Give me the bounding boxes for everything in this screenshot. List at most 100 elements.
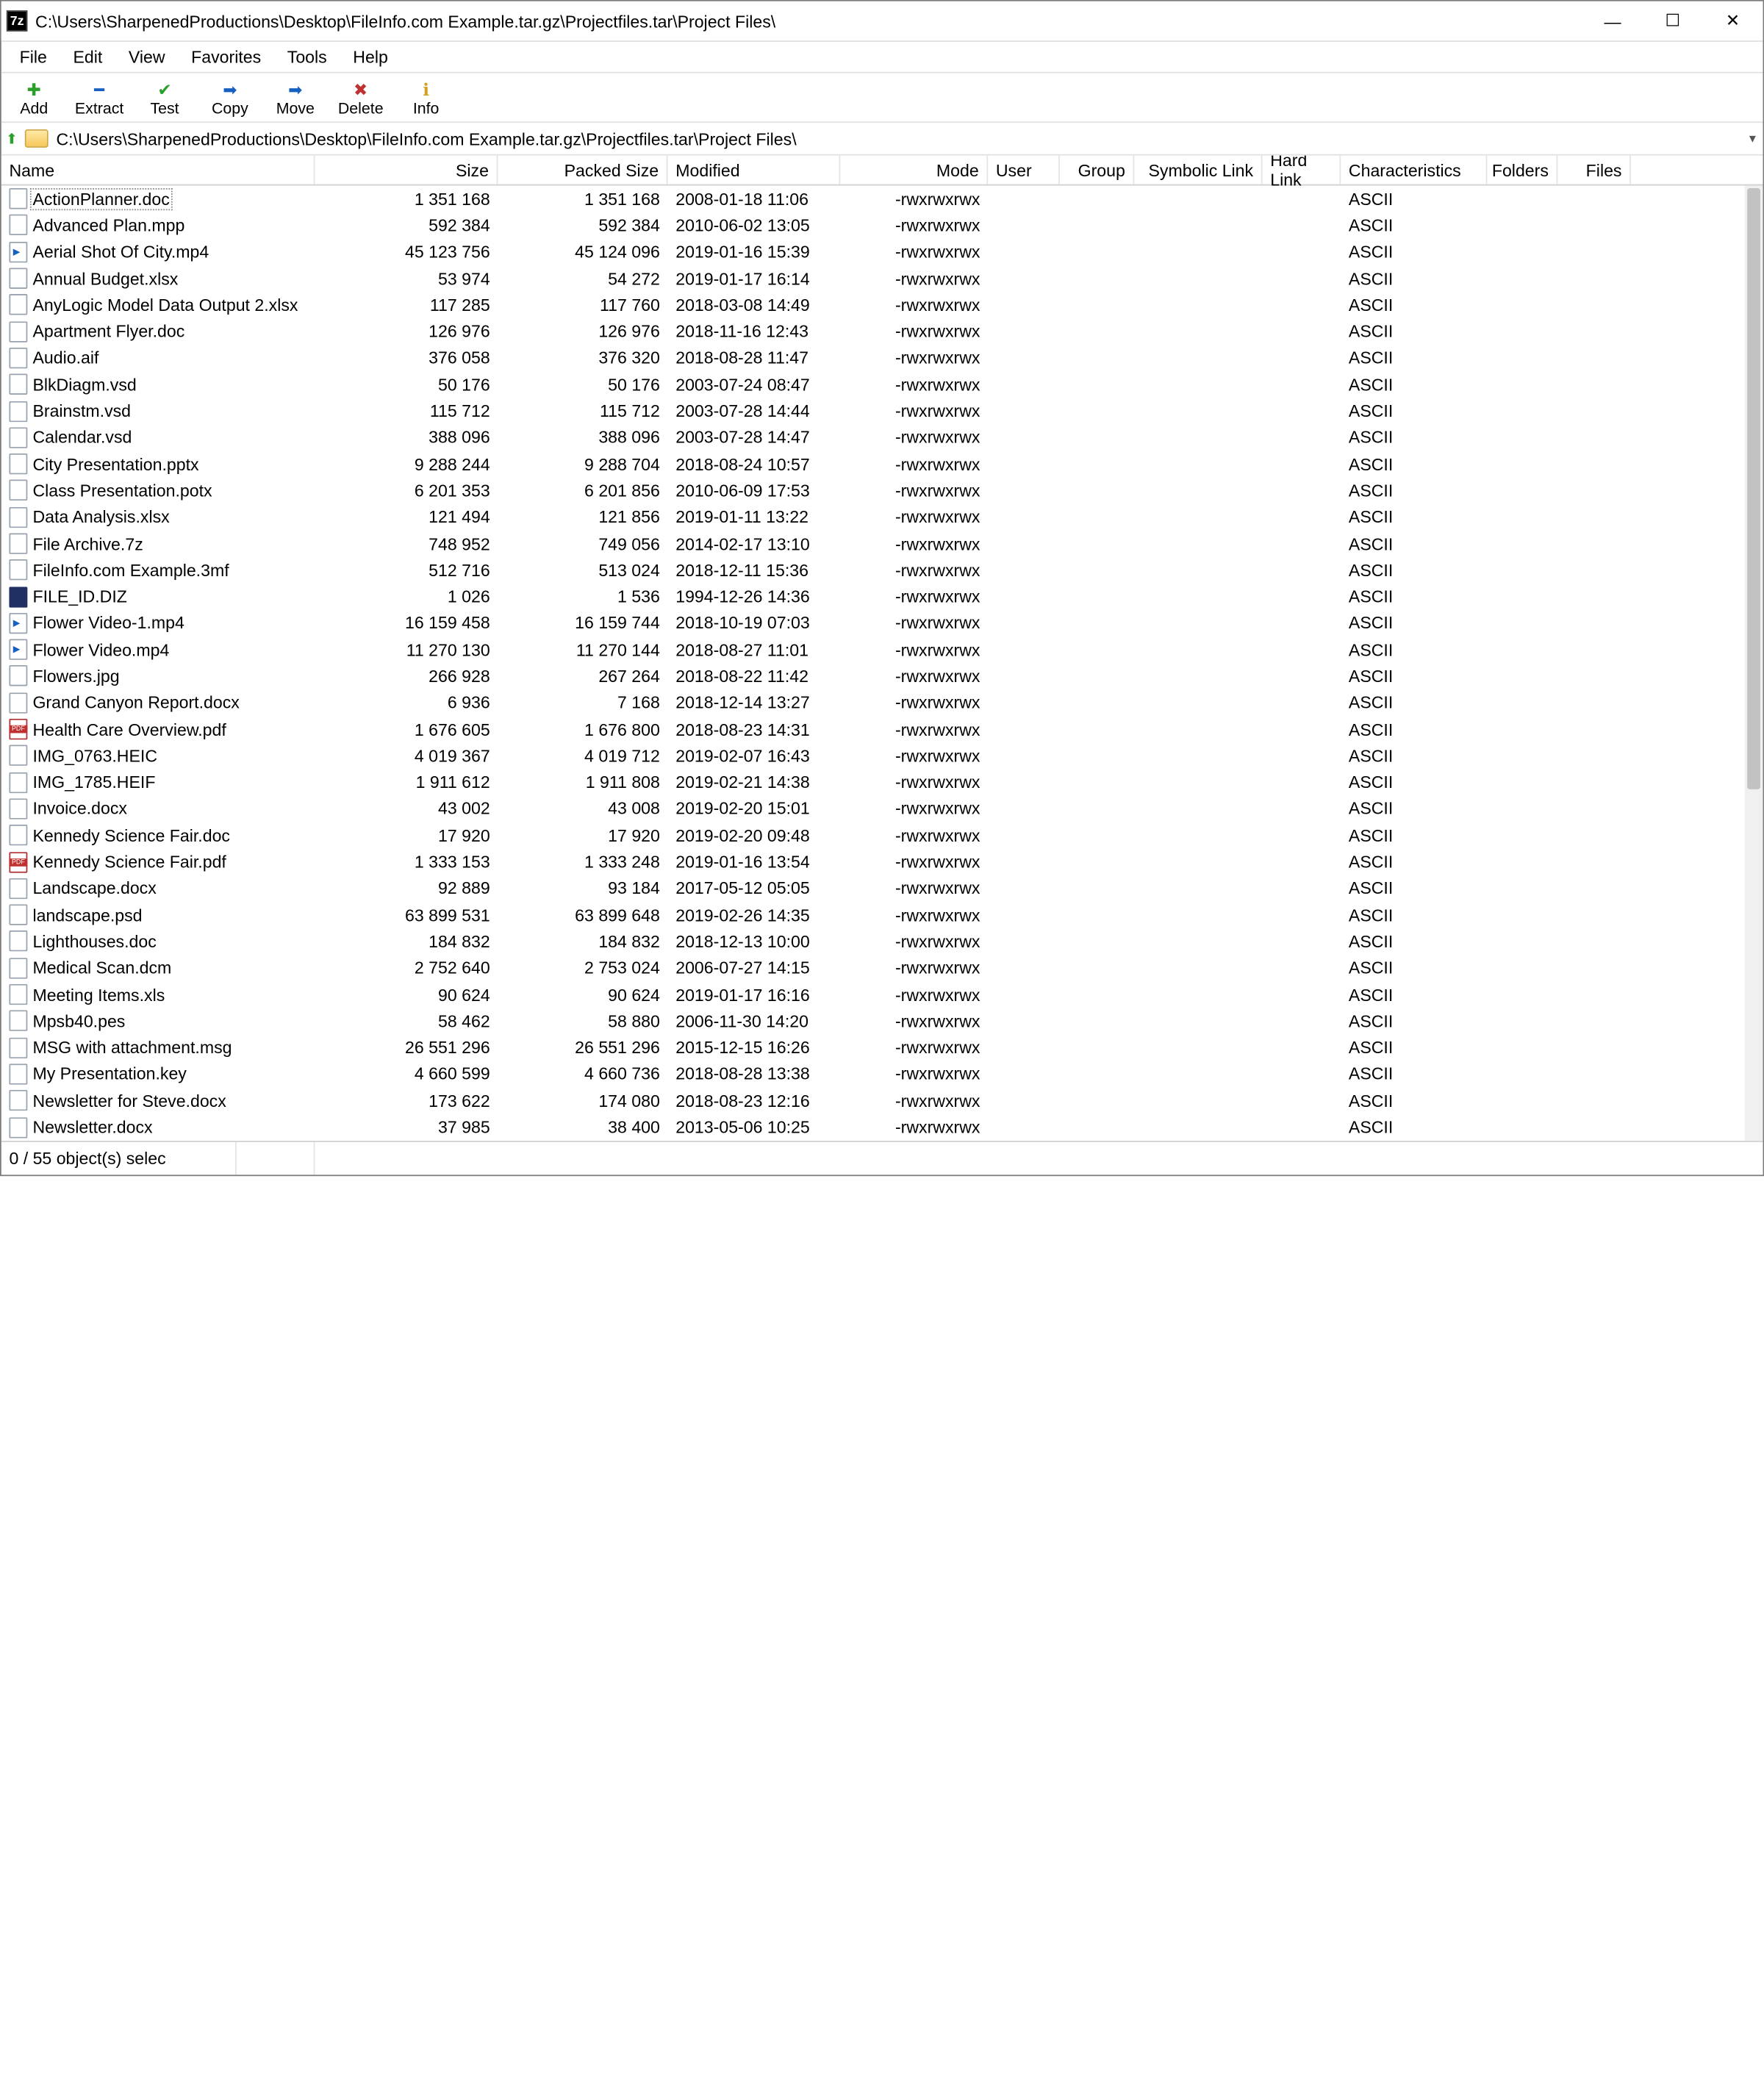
menu-view[interactable]: View [115, 44, 178, 69]
table-row[interactable]: landscape.psd63 899 53163 899 6482019-02… [1, 902, 1747, 928]
table-row[interactable]: Kennedy Science Fair.pdf1 333 1531 333 2… [1, 849, 1747, 875]
cell-mode: -rwxrwxrwx [840, 560, 988, 580]
cell-modified: 2018-12-11 15:36 [668, 560, 841, 580]
table-row[interactable]: Data Analysis.xlsx121 494121 8562019-01-… [1, 504, 1747, 531]
table-row[interactable]: Audio.aif376 058376 3202018-08-28 11:47-… [1, 345, 1747, 371]
table-row[interactable]: Aerial Shot Of City.mp445 123 75645 124 … [1, 239, 1747, 265]
cell-packed: 117 760 [498, 295, 667, 315]
cell-name: Flower Video-1.mp4 [1, 613, 315, 634]
close-button[interactable]: ✕ [1703, 1, 1763, 40]
cell-size: 50 176 [315, 375, 498, 395]
toolbar-test-button[interactable]: ✔Test [132, 73, 198, 122]
table-row[interactable]: Invoice.docx43 00243 0082019-02-20 15:01… [1, 795, 1747, 822]
table-row[interactable]: BlkDiagm.vsd50 17650 1762003-07-24 08:47… [1, 371, 1747, 398]
column-header-folders[interactable]: Folders [1487, 156, 1557, 184]
table-row[interactable]: Annual Budget.xlsx53 97454 2722019-01-17… [1, 265, 1747, 292]
table-row[interactable]: Calendar.vsd388 096388 0962003-07-28 14:… [1, 424, 1747, 451]
table-row[interactable]: Kennedy Science Fair.doc17 92017 9202019… [1, 822, 1747, 849]
table-row[interactable]: Meeting Items.xls90 62490 6242019-01-17 … [1, 981, 1747, 1008]
cell-char: ASCII [1341, 1091, 1487, 1111]
toolbar: ✚Add━Extract✔Test➡Copy➡Move✖DeleteℹInfo [1, 72, 1763, 122]
column-header-size[interactable]: Size [315, 156, 498, 184]
cell-size: 748 952 [315, 534, 498, 553]
column-header-hardlink[interactable]: Hard Link [1263, 156, 1341, 184]
table-row[interactable]: Apartment Flyer.doc126 976126 9762018-11… [1, 318, 1747, 345]
maximize-button[interactable]: ☐ [1643, 1, 1703, 40]
menu-favorites[interactable]: Favorites [178, 44, 274, 69]
table-row[interactable]: Lighthouses.doc184 832184 8322018-12-13 … [1, 928, 1747, 955]
cell-modified: 2018-08-23 12:16 [668, 1091, 841, 1111]
table-row[interactable]: ActionPlanner.doc1 351 1681 351 1682008-… [1, 185, 1747, 212]
toolbar-label: Extract [75, 98, 123, 117]
cell-packed: 1 676 800 [498, 720, 667, 739]
menu-file[interactable]: File [7, 44, 60, 69]
table-row[interactable]: Landscape.docx92 88993 1842017-05-12 05:… [1, 875, 1747, 902]
table-row[interactable]: AnyLogic Model Data Output 2.xlsx117 285… [1, 292, 1747, 318]
cell-name: My Presentation.key [1, 1064, 315, 1084]
cell-mode: -rwxrwxrwx [840, 428, 988, 448]
column-header-modified[interactable]: Modified [668, 156, 841, 184]
file-list: NameSizePacked SizeModifiedModeUserGroup… [1, 156, 1763, 1141]
table-row[interactable]: City Presentation.pptx9 288 2449 288 704… [1, 451, 1747, 477]
cell-modified: 2006-11-30 14:20 [668, 1011, 841, 1031]
column-header-packed[interactable]: Packed Size [498, 156, 667, 184]
table-row[interactable]: Health Care Overview.pdf1 676 6051 676 8… [1, 716, 1747, 742]
minimize-button[interactable]: — [1582, 1, 1643, 40]
up-icon[interactable]: ⬆ [1, 130, 22, 147]
vertical-scrollbar[interactable] [1745, 185, 1763, 1141]
column-header-user[interactable]: User [988, 156, 1060, 184]
file-name: Audio.aif [32, 348, 98, 368]
menu-tools[interactable]: Tools [274, 44, 340, 69]
column-header-mode[interactable]: Mode [840, 156, 988, 184]
file-name: Annual Budget.xlsx [32, 268, 178, 288]
cell-char: ASCII [1341, 1064, 1487, 1084]
statusbar: 0 / 55 object(s) selec [1, 1141, 1763, 1174]
file-icon [9, 772, 27, 792]
cell-size: 173 622 [315, 1091, 498, 1111]
path-input[interactable] [49, 129, 1742, 148]
cell-packed: 1 536 [498, 587, 667, 606]
toolbar-info-button[interactable]: ℹInfo [393, 73, 459, 122]
titlebar[interactable]: 7z C:\Users\SharpenedProductions\Desktop… [1, 1, 1763, 40]
table-row[interactable]: Newsletter.docx37 98538 4002013-05-06 10… [1, 1114, 1747, 1141]
table-row[interactable]: Flower Video-1.mp416 159 45816 159 74420… [1, 610, 1747, 636]
table-row[interactable]: File Archive.7z748 952749 0562014-02-17 … [1, 531, 1747, 557]
table-row[interactable]: Mpsb40.pes58 46258 8802006-11-30 14:20-r… [1, 1008, 1747, 1034]
table-row[interactable]: Advanced Plan.mpp592 384592 3842010-06-0… [1, 212, 1747, 239]
column-header-char[interactable]: Characteristics [1341, 156, 1487, 184]
cell-mode: -rwxrwxrwx [840, 507, 988, 527]
path-dropdown-icon[interactable]: ▾ [1742, 132, 1763, 146]
table-row[interactable]: Brainstm.vsd115 712115 7122003-07-28 14:… [1, 398, 1747, 424]
file-name: Class Presentation.potx [32, 481, 212, 501]
column-header-symlink[interactable]: Symbolic Link [1134, 156, 1262, 184]
table-row[interactable]: FileInfo.com Example.3mf512 716513 02420… [1, 557, 1747, 584]
table-row[interactable]: Flower Video.mp411 270 13011 270 1442018… [1, 636, 1747, 663]
table-row[interactable]: Newsletter for Steve.docx173 622174 0802… [1, 1087, 1747, 1113]
table-row[interactable]: IMG_1785.HEIF1 911 6121 911 8082019-02-2… [1, 769, 1747, 795]
scrollbar-thumb[interactable] [1747, 188, 1760, 789]
table-row[interactable]: Flowers.jpg266 928267 2642018-08-22 11:4… [1, 663, 1747, 689]
table-row[interactable]: Class Presentation.potx6 201 3536 201 85… [1, 477, 1747, 503]
table-row[interactable]: Medical Scan.dcm2 752 6402 753 0242006-0… [1, 955, 1747, 981]
column-header-name[interactable]: Name [1, 156, 315, 184]
toolbar-copy-button[interactable]: ➡Copy [197, 73, 262, 122]
file-name: IMG_0763.HEIC [32, 746, 157, 766]
table-row[interactable]: MSG with attachment.msg26 551 29626 551 … [1, 1034, 1747, 1061]
table-row[interactable]: IMG_0763.HEIC4 019 3674 019 7122019-02-0… [1, 742, 1747, 769]
table-row[interactable]: FILE_ID.DIZ1 0261 5361994-12-26 14:36-rw… [1, 584, 1747, 610]
toolbar-move-button[interactable]: ➡Move [262, 73, 328, 122]
rows-viewport[interactable]: ActionPlanner.doc1 351 1681 351 1682008-… [1, 185, 1763, 1141]
menu-help[interactable]: Help [340, 44, 401, 69]
cell-name: Lighthouses.doc [1, 931, 315, 952]
column-header-group[interactable]: Group [1060, 156, 1134, 184]
column-header-files[interactable]: Files [1557, 156, 1631, 184]
cell-mode: -rwxrwxrwx [840, 746, 988, 766]
file-name: BlkDiagm.vsd [32, 375, 136, 395]
toolbar-delete-button[interactable]: ✖Delete [328, 73, 393, 122]
toolbar-add-button[interactable]: ✚Add [1, 73, 67, 122]
menu-edit[interactable]: Edit [60, 44, 115, 69]
toolbar-extract-button[interactable]: ━Extract [67, 73, 132, 122]
table-row[interactable]: Grand Canyon Report.docx6 9367 1682018-1… [1, 689, 1747, 716]
table-row[interactable]: My Presentation.key4 660 5994 660 736201… [1, 1061, 1747, 1087]
cell-modified: 2018-08-28 11:47 [668, 348, 841, 368]
